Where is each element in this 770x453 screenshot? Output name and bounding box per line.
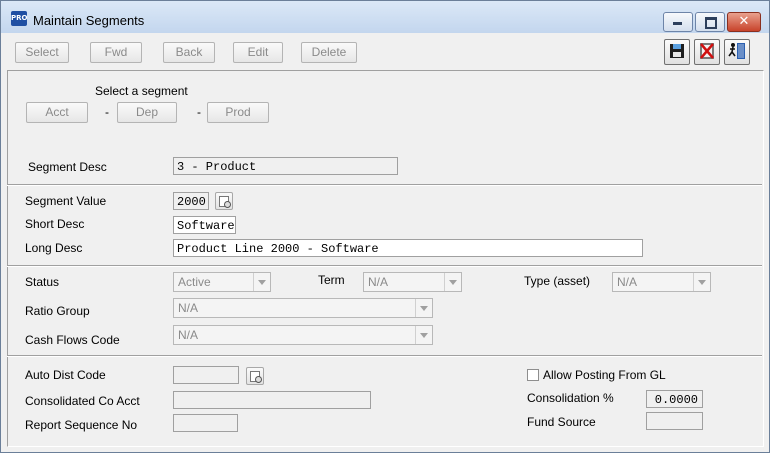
term-value: N/A: [368, 275, 389, 289]
close-window-button[interactable]: ✕: [727, 12, 761, 32]
prod-segment-button[interactable]: Prod: [207, 102, 269, 123]
section-divider: [7, 265, 762, 267]
chevron-down-icon: [253, 273, 270, 291]
cash-flows-code-label: Cash Flows Code: [25, 333, 120, 347]
save-icon: [670, 44, 684, 58]
chevron-down-icon: [693, 273, 710, 291]
cancel-button[interactable]: [694, 39, 720, 65]
long-desc-input[interactable]: Product Line 2000 - Software: [173, 239, 643, 257]
short-desc-label: Short Desc: [25, 217, 85, 231]
type-asset-label: Type (asset): [524, 274, 591, 288]
ratio-group-dropdown[interactable]: N/A: [173, 298, 433, 318]
window-title: Maintain Segments: [33, 13, 145, 28]
allow-posting-label: Allow Posting From GL: [543, 368, 666, 382]
fund-source-field: [646, 412, 703, 430]
segment-desc-field: 3 - Product: [173, 157, 398, 175]
term-label: Term: [318, 273, 345, 287]
fund-source-label: Fund Source: [527, 415, 596, 429]
maximize-icon: [705, 17, 717, 29]
status-label: Status: [25, 275, 60, 289]
app-logo-icon: PRO: [11, 11, 27, 26]
close-icon: ✕: [738, 14, 750, 29]
segment-value-lookup-icon[interactable]: [215, 192, 233, 210]
type-asset-value: N/A: [617, 275, 638, 289]
section-divider: [7, 184, 762, 186]
title-bar: PRO Maintain Segments ✕: [1, 1, 769, 33]
consolidated-co-acct-field: [173, 391, 371, 409]
long-desc-label: Long Desc: [25, 241, 83, 255]
status-value: Active: [178, 275, 211, 289]
report-sequence-no-field: [173, 414, 238, 432]
report-sequence-no-label: Report Sequence No: [25, 418, 138, 432]
maximize-button[interactable]: [695, 12, 725, 32]
select-segment-caption: Select a segment: [95, 84, 188, 98]
edit-button[interactable]: Edit: [233, 42, 283, 63]
select-button[interactable]: Select: [15, 42, 69, 63]
allow-posting-checkbox[interactable]: [527, 369, 539, 381]
delete-button[interactable]: Delete: [301, 42, 357, 63]
fwd-button[interactable]: Fwd: [90, 42, 142, 63]
section-divider: [7, 355, 762, 357]
segment-value-field: 2000: [173, 192, 209, 210]
exit-button[interactable]: [724, 39, 750, 65]
consolidated-co-acct-label: Consolidated Co Acct: [25, 394, 140, 408]
cash-flows-code-dropdown[interactable]: N/A: [173, 325, 433, 345]
cancel-icon: [700, 43, 714, 59]
consolidation-pct-field: 0.0000: [646, 390, 703, 408]
type-asset-dropdown[interactable]: N/A: [612, 272, 711, 292]
segment-value-label: Segment Value: [25, 194, 107, 208]
segment-separator: -: [197, 105, 201, 119]
segment-desc-label: Segment Desc: [28, 160, 107, 174]
auto-dist-lookup-icon[interactable]: [246, 367, 264, 385]
chevron-down-icon: [415, 299, 432, 317]
back-button[interactable]: Back: [163, 42, 215, 63]
acct-segment-button[interactable]: Acct: [26, 102, 88, 123]
dep-segment-button[interactable]: Dep: [117, 102, 177, 123]
term-dropdown[interactable]: N/A: [363, 272, 462, 292]
auto-dist-code-label: Auto Dist Code: [25, 368, 106, 382]
maintain-segments-window: PRO Maintain Segments ✕ Select Fwd Back …: [0, 0, 770, 453]
auto-dist-code-field: [173, 366, 239, 384]
toolbar: Select Fwd Back Edit Delete: [6, 34, 764, 68]
consolidation-pct-label: Consolidation %: [527, 391, 614, 405]
minimize-button[interactable]: [663, 12, 693, 32]
exit-door-icon: [728, 43, 745, 59]
status-dropdown[interactable]: Active: [173, 272, 271, 292]
segment-separator: -: [105, 105, 109, 119]
minimize-icon: [673, 22, 682, 25]
chevron-down-icon: [444, 273, 461, 291]
ratio-group-label: Ratio Group: [25, 304, 90, 318]
save-button[interactable]: [664, 39, 690, 65]
ratio-group-value: N/A: [178, 301, 199, 315]
short-desc-input[interactable]: Software: [173, 216, 236, 234]
cash-flows-code-value: N/A: [178, 328, 199, 342]
chevron-down-icon: [415, 326, 432, 344]
